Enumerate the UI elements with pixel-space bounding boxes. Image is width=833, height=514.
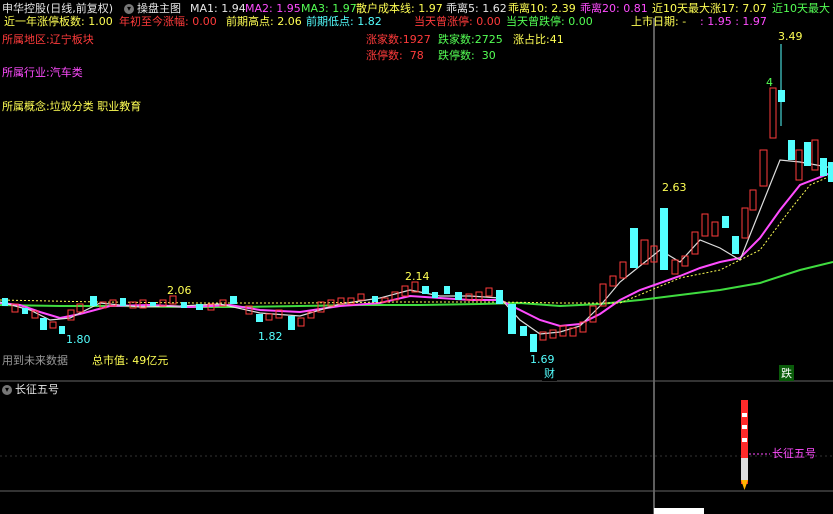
label-2-63: 2.63: [662, 181, 687, 194]
label-3-49: 3.49: [778, 30, 803, 43]
fall-marker[interactable]: 跌: [779, 365, 794, 381]
label-1-82: 1.82: [258, 330, 283, 343]
label-2-14: 2.14: [405, 270, 430, 283]
ma1-line: [0, 159, 833, 335]
sub-indicator-label: 长征五号: [772, 447, 816, 460]
rocket-indicator: [741, 400, 748, 490]
label-1-80: 1.80: [66, 333, 91, 346]
finance-marker[interactable]: 财: [542, 365, 557, 381]
sub-panel-title[interactable]: ▾ 长征五号: [2, 383, 59, 397]
scroll-thumb: [654, 508, 704, 514]
main-chart[interactable]: 2.06 1.80 1.82 2.14 1.69 2.63 3.49 4: [0, 0, 833, 514]
retail-cost-line: [0, 174, 833, 304]
label-4: 4: [766, 76, 773, 89]
label-2-06: 2.06: [167, 284, 192, 297]
chevron-down-icon[interactable]: ▾: [2, 385, 12, 395]
